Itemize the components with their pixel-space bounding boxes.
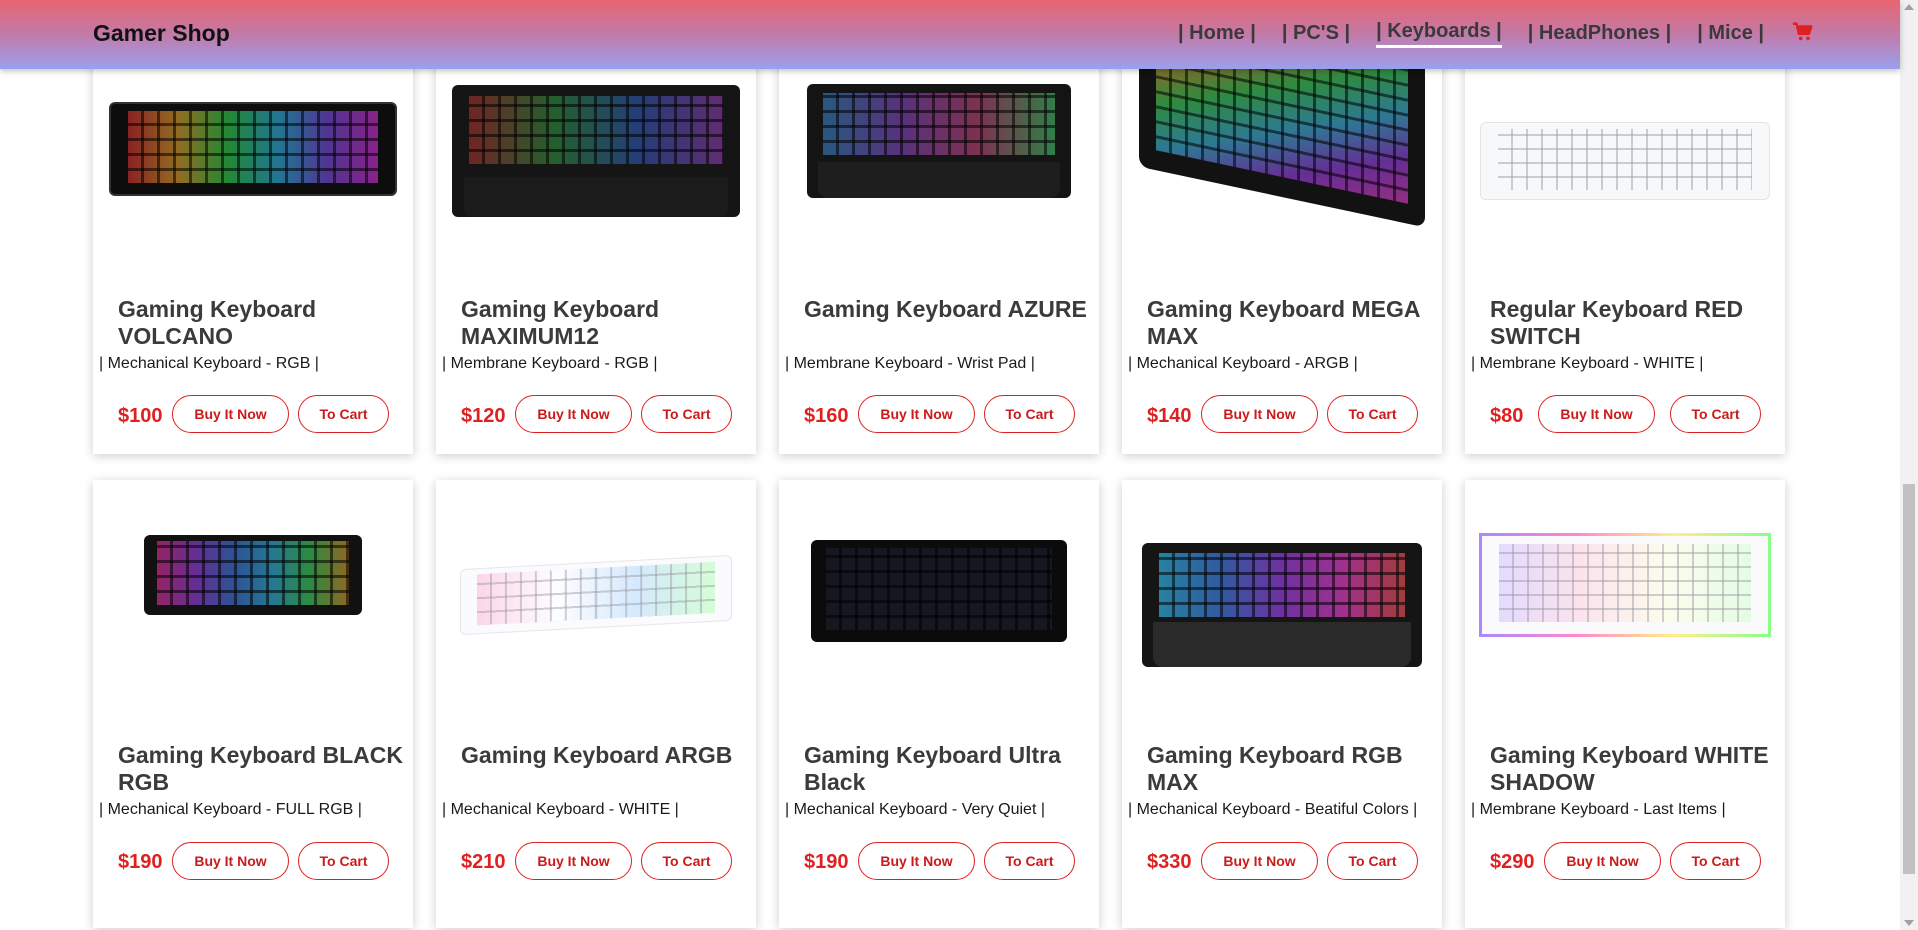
site-header: Gamer Shop | Home | | PC'S | | Keyboards… (0, 0, 1900, 69)
product-description: | Membrane Keyboard - WHITE | (1471, 355, 1704, 372)
add-to-cart-button[interactable]: To Cart (641, 842, 732, 880)
buy-now-button[interactable]: Buy It Now (515, 395, 632, 433)
product-card: Gaming Keyboard ARGB | Mechanical Keyboa… (436, 480, 756, 928)
product-price: $80 (1490, 405, 1524, 427)
product-name: Gaming Keyboard Ultra Black (804, 742, 1061, 795)
product-price: $330 (1147, 851, 1192, 873)
nav-mice[interactable]: | Mice | (1697, 22, 1764, 47)
add-to-cart-button[interactable]: To Cart (984, 395, 1075, 433)
buy-now-button[interactable]: Buy It Now (1544, 842, 1661, 880)
product-description: | Membrane Keyboard - Wrist Pad | (785, 355, 1035, 372)
buy-now-button[interactable]: Buy It Now (172, 842, 289, 880)
product-description: | Mechanical Keyboard - ARGB | (1128, 355, 1358, 372)
product-description: | Mechanical Keyboard - Very Quiet | (785, 801, 1045, 818)
product-card: Gaming Keyboard AZURE | Membrane Keyboar… (779, 6, 1099, 454)
nav-home[interactable]: | Home | (1178, 22, 1256, 47)
product-image[interactable] (107, 480, 399, 670)
page-scrollbar[interactable] (1900, 0, 1918, 930)
buy-now-button[interactable]: Buy It Now (1201, 842, 1318, 880)
product-description: | Mechanical Keyboard - WHITE | (442, 801, 679, 818)
product-card: Gaming Keyboard BLACK RGB | Mechanical K… (93, 480, 413, 928)
product-price: $290 (1490, 851, 1535, 873)
product-image[interactable] (1479, 66, 1771, 256)
product-image[interactable] (107, 54, 399, 244)
nav-headphones[interactable]: | HeadPhones | (1528, 22, 1671, 47)
scrollbar-thumb[interactable] (1903, 484, 1915, 874)
product-name: Gaming Keyboard BLACK RGB (118, 742, 403, 795)
product-description: | Membrane Keyboard - Last Items | (1471, 801, 1726, 818)
add-to-cart-button[interactable]: To Cart (298, 395, 389, 433)
product-card: Gaming Keyboard RGB MAX | Mechanical Key… (1122, 480, 1442, 928)
add-to-cart-button[interactable]: To Cart (1670, 842, 1761, 880)
product-card: Gaming Keyboard Ultra Black | Mechanical… (779, 480, 1099, 928)
product-price: $160 (804, 405, 849, 427)
add-to-cart-button[interactable]: To Cart (1327, 842, 1418, 880)
product-image[interactable] (1136, 510, 1428, 700)
buy-now-button[interactable]: Buy It Now (172, 395, 289, 433)
product-price: $210 (461, 851, 506, 873)
product-card: Gaming Keyboard VOLCANO | Mechanical Key… (93, 6, 413, 454)
scroll-down-icon[interactable] (1904, 920, 1914, 926)
nav-pcs[interactable]: | PC'S | (1282, 22, 1350, 47)
product-name: Gaming Keyboard MEGA MAX (1147, 296, 1420, 349)
product-card: Gaming Keyboard MAXIMUM12 | Membrane Key… (436, 6, 756, 454)
product-price: $100 (118, 405, 163, 427)
product-name: Gaming Keyboard AZURE (804, 296, 1087, 322)
buy-now-button[interactable]: Buy It Now (858, 395, 975, 433)
product-image[interactable] (793, 496, 1085, 686)
product-price: $140 (1147, 405, 1192, 427)
add-to-cart-button[interactable]: To Cart (641, 395, 732, 433)
product-price: $190 (118, 851, 163, 873)
product-name: Gaming Keyboard RGB MAX (1147, 742, 1403, 795)
product-image[interactable] (793, 46, 1085, 236)
product-name: Gaming Keyboard WHITE SHADOW (1490, 742, 1769, 795)
product-name: Gaming Keyboard MAXIMUM12 (461, 296, 660, 349)
product-description: | Mechanical Keyboard - Beatiful Colors … (1128, 801, 1418, 818)
product-name: Gaming Keyboard ARGB (461, 742, 733, 768)
site-brand[interactable]: Gamer Shop (93, 20, 230, 47)
product-description: | Membrane Keyboard - RGB | (442, 355, 658, 372)
product-name: Regular Keyboard RED SWITCH (1490, 296, 1744, 349)
product-card: Regular Keyboard RED SWITCH | Membrane K… (1465, 6, 1785, 454)
main-nav: | Home | | PC'S | | Keyboards | | HeadPh… (1178, 20, 1814, 48)
product-price: $120 (461, 405, 506, 427)
add-to-cart-button[interactable]: To Cart (1327, 395, 1418, 433)
product-description: | Mechanical Keyboard - RGB | (99, 355, 319, 372)
buy-now-button[interactable]: Buy It Now (1538, 395, 1655, 433)
product-image[interactable] (1479, 490, 1771, 680)
product-image[interactable] (450, 500, 742, 690)
add-to-cart-button[interactable]: To Cart (298, 842, 389, 880)
add-to-cart-button[interactable]: To Cart (984, 842, 1075, 880)
buy-now-button[interactable]: Buy It Now (858, 842, 975, 880)
product-price: $190 (804, 851, 849, 873)
scroll-up-icon[interactable] (1904, 4, 1914, 10)
product-card: Gaming Keyboard MEGA MAX | Mechanical Ke… (1122, 0, 1442, 454)
product-description: | Mechanical Keyboard - FULL RGB | (99, 801, 362, 818)
product-image[interactable] (450, 56, 742, 246)
shopping-cart-icon[interactable] (1792, 21, 1814, 43)
product-name: Gaming Keyboard VOLCANO (118, 296, 317, 349)
nav-keyboards[interactable]: | Keyboards | (1376, 20, 1502, 48)
add-to-cart-button[interactable]: To Cart (1670, 395, 1761, 433)
buy-now-button[interactable]: Buy It Now (515, 842, 632, 880)
buy-now-button[interactable]: Buy It Now (1201, 395, 1318, 433)
product-card: Gaming Keyboard WHITE SHADOW | Membrane … (1465, 480, 1785, 928)
